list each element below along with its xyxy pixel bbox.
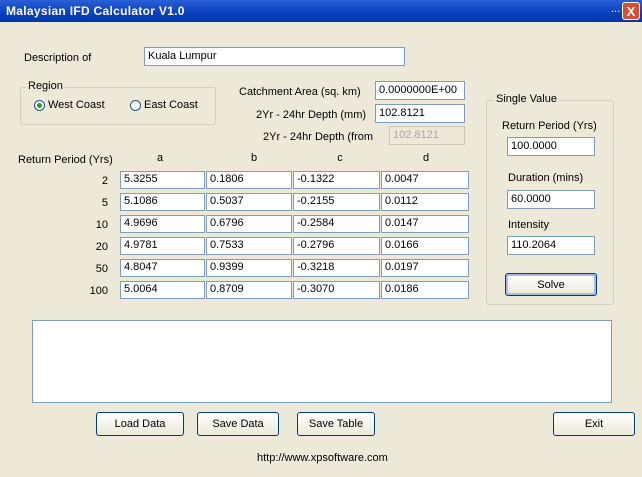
depth-from-label: 2Yr - 24hr Depth (from bbox=[263, 131, 374, 143]
row-period: 5 bbox=[101, 197, 108, 209]
cell-b[interactable]: 0.8709 bbox=[206, 281, 292, 299]
col-header-a: a bbox=[156, 152, 164, 164]
col-header-d: d bbox=[422, 152, 430, 164]
cell-a[interactable]: 5.0064 bbox=[120, 281, 205, 299]
cell-b[interactable]: 0.1806 bbox=[206, 171, 292, 189]
cell-c[interactable]: -0.2584 bbox=[293, 215, 380, 233]
catchment-input[interactable]: 0.0000000E+00 bbox=[375, 81, 465, 100]
single-return-input[interactable]: 100.0000 bbox=[507, 137, 595, 156]
cell-d[interactable]: 0.0047 bbox=[381, 171, 469, 189]
output-memo[interactable] bbox=[32, 320, 612, 403]
duration-label: Duration (mins) bbox=[508, 172, 584, 184]
cell-b[interactable]: 0.5037 bbox=[206, 193, 292, 211]
cell-c[interactable]: -0.2155 bbox=[293, 193, 380, 211]
catchment-label: Catchment Area (sq. km) bbox=[239, 86, 361, 98]
west-coast-radio[interactable] bbox=[34, 100, 45, 111]
cell-d[interactable]: 0.0147 bbox=[381, 215, 469, 233]
title-bar: Malaysian IFD Calculator V1.0 ... X bbox=[0, 0, 642, 22]
depth-input[interactable]: 102.8121 bbox=[375, 104, 465, 123]
row-period: 2 bbox=[101, 175, 108, 187]
intensity-input[interactable]: 110.2064 bbox=[507, 236, 595, 255]
single-return-label: Return Period (Yrs) bbox=[502, 120, 597, 132]
cell-b[interactable]: 0.6796 bbox=[206, 215, 292, 233]
app-window: Malaysian IFD Calculator V1.0 ... X Desc… bbox=[0, 0, 642, 477]
cell-d[interactable]: 0.0112 bbox=[381, 193, 469, 211]
exit-button[interactable]: Exit bbox=[553, 412, 635, 436]
title-ellipsis: ... bbox=[611, 3, 621, 15]
intensity-label: Intensity bbox=[508, 219, 549, 231]
cell-b[interactable]: 0.9399 bbox=[206, 259, 292, 277]
cell-a[interactable]: 4.9781 bbox=[120, 237, 205, 255]
cell-d[interactable]: 0.0197 bbox=[381, 259, 469, 277]
west-coast-label[interactable]: West Coast bbox=[48, 99, 105, 111]
cell-b[interactable]: 0.7533 bbox=[206, 237, 292, 255]
window-title: Malaysian IFD Calculator V1.0 bbox=[6, 4, 185, 18]
region-legend: Region bbox=[26, 80, 65, 92]
col-header-c: c bbox=[337, 152, 343, 164]
cell-a[interactable]: 5.1086 bbox=[120, 193, 205, 211]
depth-label: 2Yr - 24hr Depth (mm) bbox=[256, 109, 367, 121]
east-coast-label[interactable]: East Coast bbox=[144, 99, 198, 111]
row-period: 100 bbox=[89, 285, 108, 297]
description-label: Description of bbox=[24, 52, 92, 64]
cell-a[interactable]: 4.8047 bbox=[120, 259, 205, 277]
row-period: 20 bbox=[95, 241, 108, 253]
description-input[interactable]: Kuala Lumpur bbox=[144, 47, 405, 66]
close-icon: X bbox=[626, 4, 636, 19]
single-value-legend: Single Value bbox=[494, 93, 559, 105]
cell-a[interactable]: 5.3255 bbox=[120, 171, 205, 189]
website-link[interactable]: http://www.xpsoftware.com bbox=[257, 452, 388, 464]
row-period: 50 bbox=[95, 263, 108, 275]
depth-from-input: 102.8121 bbox=[389, 126, 465, 145]
close-button[interactable]: X bbox=[622, 2, 640, 20]
row-period: 10 bbox=[95, 219, 108, 231]
cell-c[interactable]: -0.3070 bbox=[293, 281, 380, 299]
duration-input[interactable]: 60.0000 bbox=[507, 190, 595, 209]
east-coast-radio[interactable] bbox=[130, 100, 141, 111]
cell-a[interactable]: 4.9696 bbox=[120, 215, 205, 233]
solve-button[interactable]: Solve bbox=[505, 273, 597, 296]
col-header-b: b bbox=[250, 152, 258, 164]
save-table-button[interactable]: Save Table bbox=[297, 412, 375, 436]
cell-d[interactable]: 0.0166 bbox=[381, 237, 469, 255]
cell-c[interactable]: -0.2796 bbox=[293, 237, 380, 255]
return-period-header: Return Period (Yrs) bbox=[18, 154, 113, 166]
save-data-button[interactable]: Save Data bbox=[197, 412, 279, 436]
load-data-button[interactable]: Load Data bbox=[96, 412, 184, 436]
cell-d[interactable]: 0.0186 bbox=[381, 281, 469, 299]
cell-c[interactable]: -0.3218 bbox=[293, 259, 380, 277]
cell-c[interactable]: -0.1322 bbox=[293, 171, 380, 189]
